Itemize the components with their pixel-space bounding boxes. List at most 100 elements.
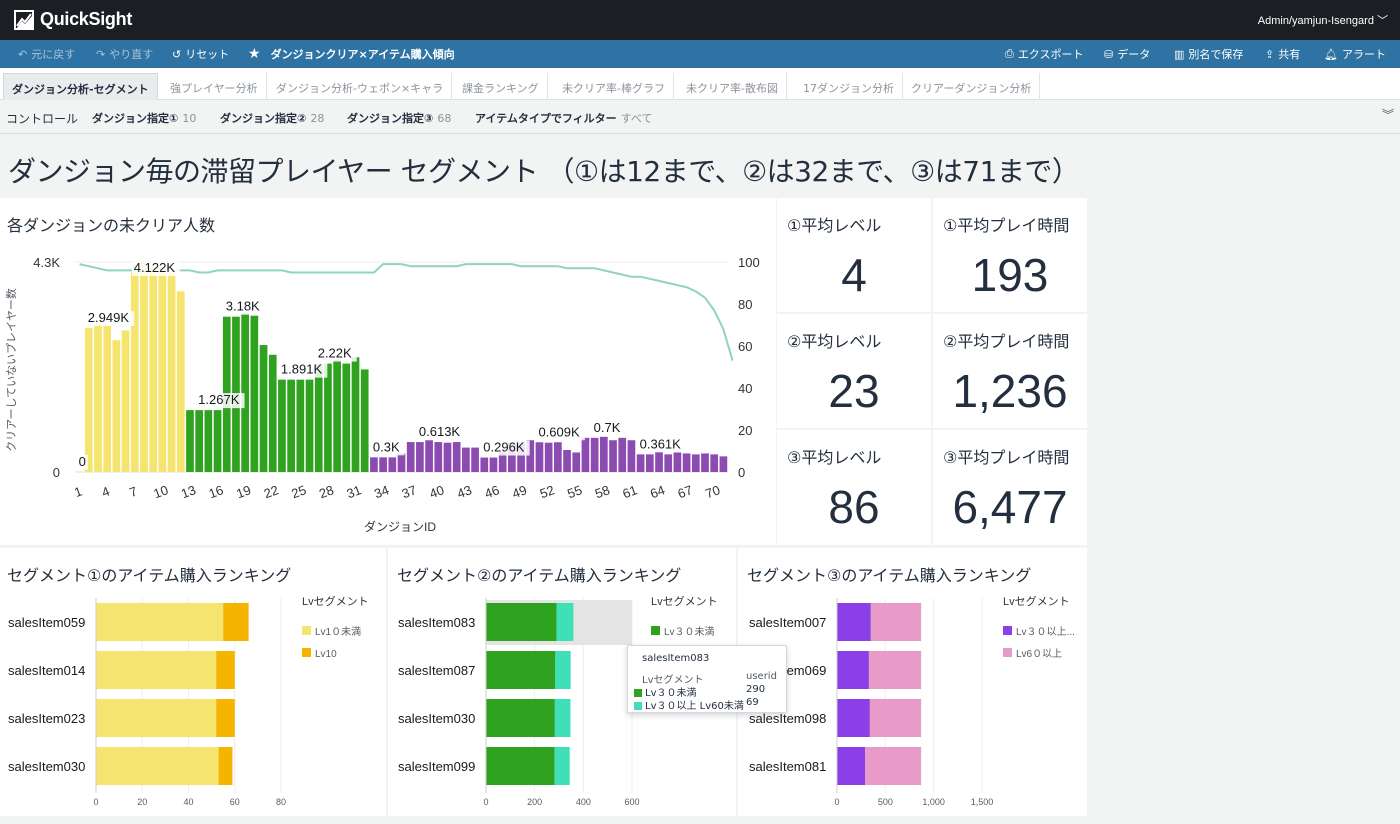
tab-cleared-dungeon[interactable]: クリアーダンジョン分析	[903, 73, 1041, 100]
controls-bar: コントロール ダンジョン指定① 10 ダンジョン指定② 28 ダンジョン指定③ 68 …	[0, 100, 1400, 134]
x-tick-label: 49	[510, 482, 529, 501]
bar-dungeon-45	[480, 457, 489, 472]
control-dungeon-2-label: ダンジョン指定②	[220, 112, 307, 125]
category-label: salesItem099	[398, 759, 475, 774]
control-dungeon-2[interactable]: ダンジョン指定② 28	[220, 110, 324, 126]
x-tick-label: 28	[317, 482, 336, 501]
bar-salesItem014-0	[96, 651, 217, 689]
data-label-45: 0.296K	[483, 440, 525, 455]
data-label-62: 0.361K	[640, 436, 682, 451]
x-tick-label: 20	[137, 797, 147, 807]
bar-dungeon-20	[250, 315, 259, 472]
legend-swatch	[634, 689, 642, 697]
kpi-card-3-level[interactable]: ③平均レベル 86	[777, 430, 931, 545]
control-item-type-filter[interactable]: アイテムタイプでフィルター すべて	[475, 110, 652, 126]
legend-title: Lvセグメント	[651, 594, 718, 608]
x-tick-label: 58	[593, 482, 612, 501]
bar-dungeon-55	[572, 452, 581, 472]
bar-salesItem098-0	[837, 699, 870, 737]
star-icon[interactable]: ★	[248, 46, 261, 62]
bar-dungeon-53	[554, 442, 562, 472]
user-menu[interactable]: Admin/yamjun-Isengard ﹀	[1258, 12, 1388, 28]
tab-dungeon-17[interactable]: 17ダンジョン分析	[795, 73, 903, 100]
unclear-count-visual[interactable]: 各ダンジョンの未クリア人数 0 2.949K 4.122K 1.267K 3.18K 1.…	[0, 198, 776, 545]
y2-tick-label: 60	[738, 339, 752, 354]
data-label-14: 1.267K	[198, 392, 240, 407]
control-dungeon-1[interactable]: ダンジョン指定① 10	[92, 110, 196, 126]
bar-salesItem099-0	[486, 747, 555, 785]
alert-button[interactable]: 🔔︎ アラート	[1324, 46, 1386, 62]
data-label-57: 0.7K	[594, 420, 621, 435]
kpi-card-2-playtime[interactable]: ②平均プレイ時間 1,236	[933, 314, 1087, 428]
redo-icon: ↷	[96, 47, 106, 61]
kpi-card-2-level[interactable]: ②平均レベル 23	[777, 314, 931, 428]
tab-weapon-character[interactable]: ダンジョン分析-ウェポン×キャラ	[268, 73, 453, 100]
tooltip-title: salesItem083	[642, 653, 710, 664]
undo-button[interactable]: ↶ 元に戻す	[18, 46, 75, 62]
category-label: salesItem098	[749, 711, 826, 726]
bar-dungeon-67	[682, 453, 691, 472]
bar-dungeon-44	[471, 447, 479, 472]
kpi-title: ②平均レベル	[787, 332, 882, 351]
analysis-title[interactable]: ★ ダンジョンクリア×アイテム購入傾向	[248, 46, 455, 62]
bar-salesItem069-0	[837, 651, 869, 689]
bar-dungeon-32	[360, 369, 369, 472]
share-button[interactable]: ⇪ 共有	[1265, 46, 1300, 62]
reset-button[interactable]: ↺ リセット	[172, 46, 229, 62]
export-button[interactable]: ⎙ エクスポート	[1005, 46, 1083, 62]
bar-dungeon-57	[590, 437, 599, 472]
tab-strong-player[interactable]: 強プレイヤー分析	[162, 73, 267, 100]
legend-item: Lv1０未満	[315, 626, 361, 638]
save-as-button[interactable]: ▥ 別名で保存	[1174, 46, 1243, 62]
analysis-toolbar: ↶ 元に戻す ↷ やり直す ↺ リセット ★ ダンジョンクリア×アイテム購入傾向 ⎙ エク…	[0, 40, 1400, 68]
kpi-card-1-level[interactable]: ①平均レベル 4	[777, 198, 931, 312]
bar-dungeon-28	[324, 363, 332, 472]
legend-item: Lv10	[315, 649, 337, 660]
export-label: エクスポート	[1017, 48, 1084, 61]
kpi-title: ①平均プレイ時間	[943, 216, 1070, 235]
segment-3-ranking-visual[interactable]: セグメント③のアイテム購入ランキング 0 500 1,000 1,500 salesIt…	[738, 548, 1087, 816]
alert-label: アラート	[1341, 48, 1386, 61]
control-dungeon-3[interactable]: ダンジョン指定③ 68	[347, 110, 451, 126]
x-tick-label: 19	[234, 482, 253, 501]
category-label: salesItem007	[749, 615, 826, 630]
bar-dungeon-62	[636, 454, 645, 472]
x-tick-label: 46	[483, 482, 502, 501]
category-label: salesItem087	[398, 663, 475, 678]
segment-1-ranking-visual[interactable]: セグメント①のアイテム購入ランキング 0 20 40 60 80 salesItem059…	[0, 548, 386, 816]
bar-dungeon-56	[581, 437, 590, 472]
data-button[interactable]: ⛁ データ	[1104, 46, 1150, 62]
collapse-controls-icon[interactable]: ︾	[1382, 106, 1394, 123]
page-title: ダンジョン毎の滞留プレイヤー セグメント （①は12まで、②は32まで、③は71…	[8, 155, 1080, 188]
tooltip-header-right: userid	[746, 671, 777, 682]
data-label-2: 2.949K	[88, 310, 130, 325]
data-label-33: 0.3K	[373, 439, 400, 454]
tab-segment[interactable]: ダンジョン分析-セグメント	[3, 73, 158, 100]
tab-billing-ranking[interactable]: 課金ランキング	[454, 73, 548, 100]
bar-salesItem007-1	[870, 603, 922, 641]
redo-button[interactable]: ↷ やり直す	[96, 46, 153, 62]
y-axis-title: クリアーしていないプレイヤー数	[5, 288, 18, 452]
bar-salesItem087-1	[555, 651, 571, 689]
printer-icon: ⎙	[1005, 47, 1014, 60]
kpi-title: ③平均プレイ時間	[943, 448, 1070, 467]
quicksight-logo[interactable]: QuickSight	[14, 9, 132, 30]
user-name: Admin/yamjun-Isengard	[1257, 15, 1374, 27]
kpi-card-1-playtime[interactable]: ①平均プレイ時間 193	[933, 198, 1087, 312]
share-label: 共有	[1278, 48, 1301, 61]
bar-salesItem023-0	[96, 699, 217, 737]
x-tick-label: 7	[127, 483, 139, 500]
legend-swatch	[302, 626, 311, 635]
bar-salesItem007-0	[837, 603, 871, 641]
data-label: データ	[1117, 48, 1151, 61]
x-tick-label: 200	[527, 797, 542, 807]
quicksight-logo-icon	[14, 9, 34, 30]
y2-tick-label: 40	[738, 381, 752, 396]
bar-dungeon-43	[462, 447, 470, 472]
tab-unclear-bar[interactable]: 未クリア率-棒グラフ	[554, 73, 674, 100]
control-item-type-value: すべて	[620, 112, 653, 125]
kpi-card-3-playtime[interactable]: ③平均プレイ時間 6,477	[933, 430, 1087, 545]
tab-unclear-scatter[interactable]: 未クリア率-散布図	[678, 73, 787, 100]
x-tick-label: 60	[230, 797, 240, 807]
x-axis-title: ダンジョンID	[364, 519, 436, 534]
